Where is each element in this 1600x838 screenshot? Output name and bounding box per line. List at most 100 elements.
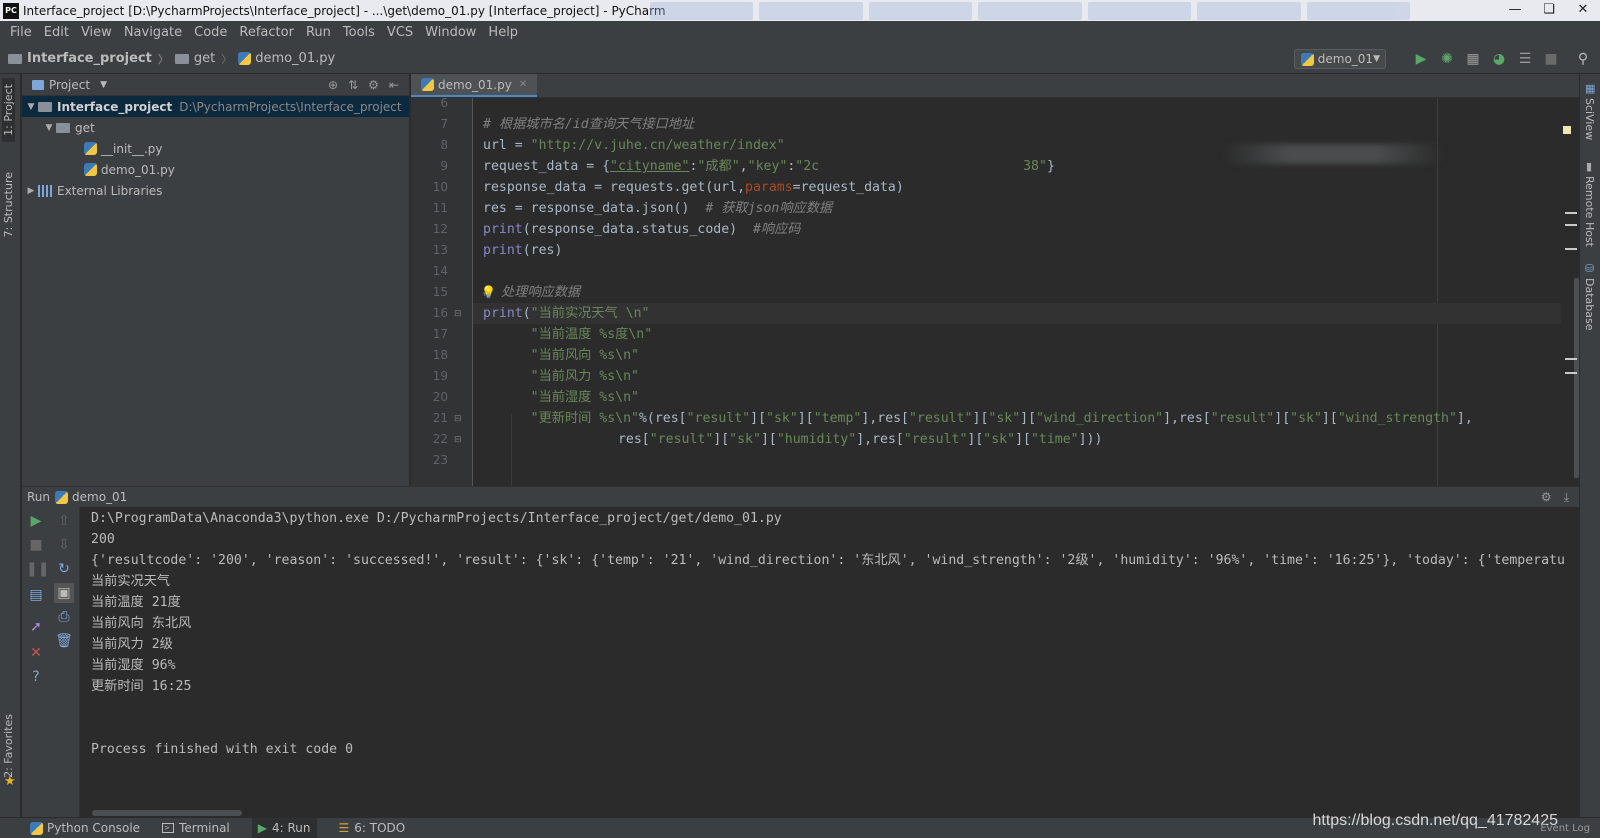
tool-tab-project[interactable]: 1: Project (2, 78, 15, 142)
menu-help[interactable]: Help (482, 21, 524, 44)
breadcrumb-get[interactable]: get 〉 (174, 51, 232, 67)
line-number: 12 (432, 222, 448, 236)
menu-edit[interactable]: Edit (38, 21, 75, 44)
fold-icon[interactable]: ⊟ (454, 435, 462, 445)
arrow-down-icon[interactable]: ⇩ (54, 535, 74, 555)
console-line: 当前风向 东北风 (91, 616, 192, 631)
breadcrumb-file[interactable]: demo_01.py (238, 51, 335, 66)
menu-view[interactable]: View (75, 21, 118, 44)
tab-demo-01-py[interactable]: demo_01.py ✕ (411, 74, 538, 97)
todo-label: 6: TODO (354, 821, 406, 835)
locate-icon[interactable]: ⊕ (328, 78, 338, 92)
collapse-all-icon[interactable]: ⇅ (348, 78, 358, 92)
menu-navigate[interactable]: Navigate (118, 21, 188, 44)
coverage-icon[interactable]: ▦ (1464, 50, 1482, 68)
hide-panel-icon[interactable]: ⤓ (1564, 490, 1569, 505)
tree-item-demo-01-py[interactable]: demo_01.py (22, 159, 409, 180)
rerun-icon[interactable]: ▶ (26, 511, 46, 531)
tool-tab-todo[interactable]: ☰ 6: TODO (339, 821, 406, 835)
trash-icon[interactable]: 🗑 (54, 631, 74, 651)
navigation-bar: Interface_project 〉 get 〉 demo_01.py dem… (0, 44, 1600, 74)
lightbulb-icon[interactable]: 💡 (481, 285, 496, 299)
menu-code[interactable]: Code (188, 21, 233, 44)
tree-item-get[interactable]: ▼ get (22, 117, 409, 138)
debug-icon[interactable]: ✺ (1438, 50, 1456, 68)
hide-panel-icon[interactable]: ⇤ (389, 78, 399, 92)
line-number: 10 (432, 180, 448, 194)
run-icon[interactable]: ▶ (1412, 50, 1430, 68)
console-line: D:\ProgramData\Anaconda3\python.exe D:/P… (91, 511, 782, 526)
breadcrumb-get-label: get (193, 51, 216, 66)
code-line-11: res = response_data.json() # 获取json响应数据 (483, 201, 833, 216)
help-icon[interactable]: ? (26, 667, 46, 687)
folder-icon (8, 53, 22, 64)
title-bar: PC Interface_project [D:\PycharmProjects… (0, 0, 1600, 21)
profile-icon[interactable]: ◕ (1490, 50, 1508, 68)
chevron-down-icon[interactable]: ▼ (42, 123, 56, 133)
terminal-label: Terminal (179, 821, 230, 835)
code-line-21: "更新时间 %s\n"%(res["result"]["sk"]["temp"]… (530, 411, 1473, 426)
tool-tab-database[interactable]: Database (1583, 278, 1596, 331)
stripe-marker[interactable] (1565, 358, 1577, 360)
menu-run[interactable]: Run (300, 21, 337, 44)
menu-vcs[interactable]: VCS (381, 21, 419, 44)
line-number: 20 (432, 390, 448, 404)
minimize-button[interactable]: — (1498, 0, 1532, 21)
arrow-up-icon[interactable]: ⇧ (54, 511, 74, 531)
chevron-right-icon[interactable]: ▶ (24, 186, 38, 196)
python-console-icon (30, 821, 43, 835)
run-panel-config[interactable]: demo_01 (72, 490, 127, 504)
editor-tab-bar: demo_01.py ✕ (411, 74, 1579, 98)
star-icon: ★ (4, 774, 16, 789)
window-title: Interface_project [D:\PycharmProjects\In… (23, 3, 666, 18)
gear-icon[interactable]: ⚙ (368, 78, 379, 92)
chevron-down-icon[interactable]: ▼ (100, 80, 107, 90)
library-icon (38, 184, 52, 197)
fold-icon[interactable]: ⊟ (454, 309, 462, 319)
restore-button[interactable]: ❏ (1532, 0, 1566, 21)
search-icon[interactable]: ⚲ (1574, 50, 1592, 68)
stop-icon[interactable]: ■ (26, 535, 46, 555)
code-area[interactable]: 6 7 8 9 10 11 12 13 14 15 16 17 18 19 20… (411, 98, 1579, 492)
menu-refactor[interactable]: Refactor (233, 21, 300, 44)
tool-tab-terminal[interactable]: > Terminal (162, 821, 230, 835)
close-icon[interactable]: ✕ (26, 643, 46, 663)
console-output[interactable]: D:\ProgramData\Anaconda3\python.exe D:/P… (80, 507, 1579, 818)
tree-item-external-libraries[interactable]: ▶ External Libraries (22, 180, 409, 201)
fold-icon[interactable]: ⊟ (454, 414, 462, 424)
tree-item-project-root[interactable]: ▼ Interface_project D:\PycharmProjects\I… (22, 96, 409, 117)
stripe-marker[interactable] (1565, 224, 1577, 226)
soft-wrap-icon[interactable]: ↻ (54, 559, 74, 579)
event-log-button[interactable]: Event Log (1540, 823, 1590, 834)
stop-icon[interactable]: ■ (1542, 50, 1560, 68)
project-view-select[interactable]: Project (49, 78, 90, 92)
pause-icon[interactable]: ❚❚ (26, 559, 49, 579)
stripe-marker[interactable] (1565, 372, 1577, 374)
tool-tab-python-console[interactable]: Python Console (30, 821, 140, 835)
restore-layout-icon[interactable]: ▤ (26, 585, 46, 605)
chevron-down-icon[interactable]: ▼ (24, 102, 38, 112)
print-icon[interactable]: ⎙ (54, 607, 74, 627)
tool-tab-sciview[interactable]: SciView (1583, 98, 1596, 140)
close-icon[interactable]: ✕ (519, 79, 527, 90)
tool-tab-remote-host[interactable]: Remote Host (1583, 176, 1596, 247)
pin-icon[interactable]: ➚ (26, 617, 46, 637)
run-tab-label: 4: Run (272, 821, 311, 835)
breadcrumb-project[interactable]: Interface_project 〉 (8, 51, 169, 67)
tool-tab-favorites[interactable]: 2: Favorites (2, 708, 15, 784)
run-configuration-select[interactable]: demo_01 ▼ (1294, 49, 1386, 69)
chevron-down-icon: ▼ (1373, 54, 1380, 64)
build-icon[interactable]: ☰ (1516, 50, 1534, 68)
tool-tab-structure[interactable]: 7: Structure (2, 166, 15, 243)
menu-file[interactable]: File (4, 21, 38, 44)
menu-tools[interactable]: Tools (337, 21, 381, 44)
menu-window[interactable]: Window (419, 21, 482, 44)
stripe-marker[interactable] (1565, 212, 1577, 214)
tree-item-init-py[interactable]: __init__.py (22, 138, 409, 159)
tool-tab-run[interactable]: ▶ 4: Run (251, 817, 317, 838)
close-window-button[interactable]: ✕ (1566, 0, 1600, 21)
scroll-to-end-icon[interactable]: ▣ (54, 583, 74, 603)
gear-icon[interactable]: ⚙ (1541, 490, 1552, 505)
console-horizontal-scrollbar[interactable] (92, 810, 242, 816)
stripe-marker[interactable] (1565, 248, 1577, 250)
